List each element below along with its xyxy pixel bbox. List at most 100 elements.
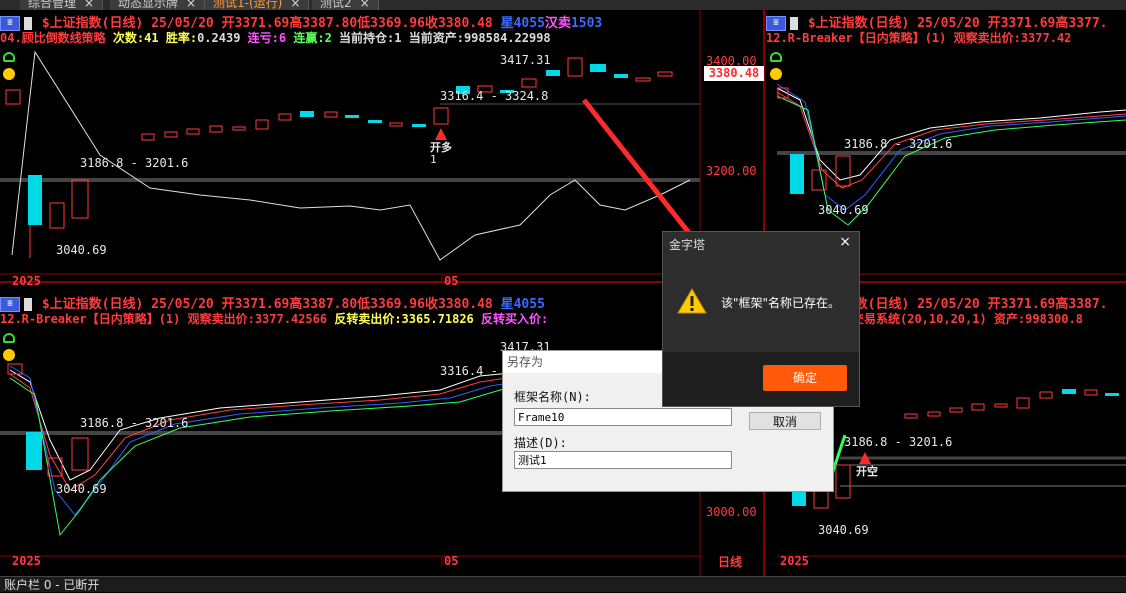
reverse-sell-price: 反转卖出价:3365.71826 (334, 312, 474, 326)
loss-streak: 连亏:6 (247, 31, 287, 45)
candle-up (904, 413, 918, 419)
candle-up (927, 411, 941, 417)
tab-label: 综合管理 (28, 0, 77, 10)
candle-up (71, 179, 89, 219)
candle-up (164, 131, 178, 138)
lock-icon[interactable] (3, 52, 15, 62)
low-price-label: 3040.69 (818, 523, 869, 537)
tab-label: 测试1-(运行) (213, 0, 283, 10)
low-price-label: 3040.69 (56, 482, 107, 496)
close-icon[interactable]: × (84, 0, 94, 10)
candle-up (971, 403, 985, 411)
candle-up (1039, 391, 1053, 399)
panel-top-left-header: ≡ $上证指数(日线) 25/05/20 开3371.69高3387.80低33… (0, 10, 700, 50)
winrate-label: 胜率: (165, 31, 198, 45)
signal-label: 开空 (856, 465, 878, 478)
panel-bottom-left-header: ≡ $上证指数(日线) 25/05/20 开3371.69高3387.80低33… (0, 291, 700, 331)
range-price-label: 3316.4 - (440, 364, 498, 378)
warning-icon (677, 288, 707, 314)
quote-line: ≡ $上证指数(日线) 25/05/20 开3371.69高3377. (766, 12, 1108, 31)
panel-top-right-header: ≡ $上证指数(日线) 25/05/20 开3371.69高3377. 12.R… (766, 10, 1126, 50)
strategy-name: 12.R-Breaker【日内策略】(1) 观察卖出价:3377.42 (766, 31, 1072, 45)
candle-down (1105, 393, 1119, 396)
candle-up (209, 125, 223, 133)
candle-up (389, 122, 403, 127)
period-label: 日线 (718, 555, 743, 569)
description-input[interactable] (514, 451, 732, 469)
candle-down (300, 111, 314, 117)
position-value: 当前持仓:1 (339, 31, 402, 45)
tab-overview[interactable]: 综合管理 × (20, 0, 104, 10)
tag-badge: 1503 (570, 16, 603, 31)
status-bar: 账户栏 0 - 已断开 (0, 576, 1126, 592)
strategy-name: 04.顾比倒数线策略 (0, 31, 106, 45)
strategy-line: 12.R-Breaker【日内策略】(1) 观察卖出价:3377.42566 反… (0, 310, 548, 327)
status-text: 账户栏 0 - 已断开 (4, 578, 100, 592)
tag-badge: 卖 (557, 16, 571, 31)
assets-value: 当前资产:998584.22998 (408, 31, 551, 45)
candle-up (1084, 389, 1098, 396)
strategy-line: 交易系统(20,10,20,1) 资产:998300.8 (852, 310, 1083, 327)
low-price-label: 3040.69 (818, 203, 869, 217)
strategy-name: 12.R-Breaker【日内策略】(1) 观察卖出价:3377.42566 (0, 312, 328, 326)
candle-up (324, 111, 338, 118)
candle-down (28, 175, 42, 225)
x-tick-label: 2025 (12, 274, 41, 288)
tab-label: 测试2 (320, 0, 352, 10)
support-price-label: 3186.8 - 3201.6 (80, 156, 189, 170)
y-tick-label: 3200.00 (706, 164, 757, 178)
candle-up (5, 89, 21, 105)
candle-up (657, 71, 673, 77)
candle-up (278, 113, 292, 121)
support-price-label: 3186.8 - 3201.6 (80, 416, 189, 430)
smile-icon[interactable] (770, 68, 782, 80)
strategy-line: 04.顾比倒数线策略 次数:41 胜率:0.2439 连亏:6 连赢:2 当前持… (0, 29, 551, 46)
x-tick-label: 2025 (12, 554, 41, 568)
strategy-line: 12.R-Breaker【日内策略】(1) 观察卖出价:3377.42 (766, 29, 1071, 46)
alert-dialog: 金字塔 × 该"框架"名称已存在。 确定 (662, 231, 860, 407)
support-price-label: 3186.8 - 3201.6 (844, 435, 953, 449)
candle-down (345, 115, 359, 118)
lock-icon[interactable] (770, 52, 782, 62)
smile-icon[interactable] (3, 349, 15, 361)
candle-up (994, 403, 1008, 408)
close-icon[interactable]: × (839, 234, 851, 250)
close-icon[interactable]: × (360, 0, 370, 10)
candle-down (368, 120, 382, 123)
candle-down (412, 124, 426, 127)
dialog-title: 金字塔 (669, 238, 706, 252)
tab-label: 动态显示牌 (118, 0, 179, 10)
close-icon[interactable]: × (186, 0, 196, 10)
smile-icon[interactable] (3, 68, 15, 80)
tab-bar: 综合管理 × 动态显示牌 × 测试1-(运行) × 测试2 × (0, 0, 1126, 10)
x-tick-label: 05 (444, 274, 459, 288)
candle-down (614, 74, 628, 78)
candle-down (546, 70, 560, 76)
frame-name-label: 框架名称(N): (514, 390, 591, 404)
win-streak: 连赢:2 (293, 31, 332, 45)
description-label: 描述(D): (514, 436, 567, 450)
tab-dynamic-board[interactable]: 动态显示牌 × (110, 0, 206, 10)
candle-down (792, 490, 806, 506)
close-icon[interactable]: × (290, 0, 300, 10)
candle-up (949, 407, 963, 413)
candle-up (835, 464, 851, 499)
tab-test2[interactable]: 测试2 × (312, 0, 379, 10)
frame-name-input[interactable] (514, 408, 732, 426)
ok-button[interactable]: 确定 (763, 365, 847, 391)
trade-count: 次数:41 (112, 31, 159, 45)
candle-up (521, 78, 537, 88)
candle-up (49, 202, 65, 229)
candle-down (1062, 389, 1076, 394)
candles (5, 57, 673, 229)
candle-up (186, 128, 200, 135)
winrate-value: 0.2439 (197, 31, 241, 45)
range-price-label: 3316.4 - 3324.8 (440, 89, 549, 103)
candle-up (567, 57, 583, 77)
cancel-button[interactable]: 取消 (749, 412, 821, 430)
quote-line: ≡ $上证指数(日线) 25/05/20 开3371.69高3387.80低33… (0, 293, 545, 312)
candle-down (590, 64, 606, 72)
high-price-label: 3417.31 (500, 53, 551, 67)
lock-icon[interactable] (3, 333, 15, 343)
tab-test1[interactable]: 测试1-(运行) × (205, 0, 310, 10)
